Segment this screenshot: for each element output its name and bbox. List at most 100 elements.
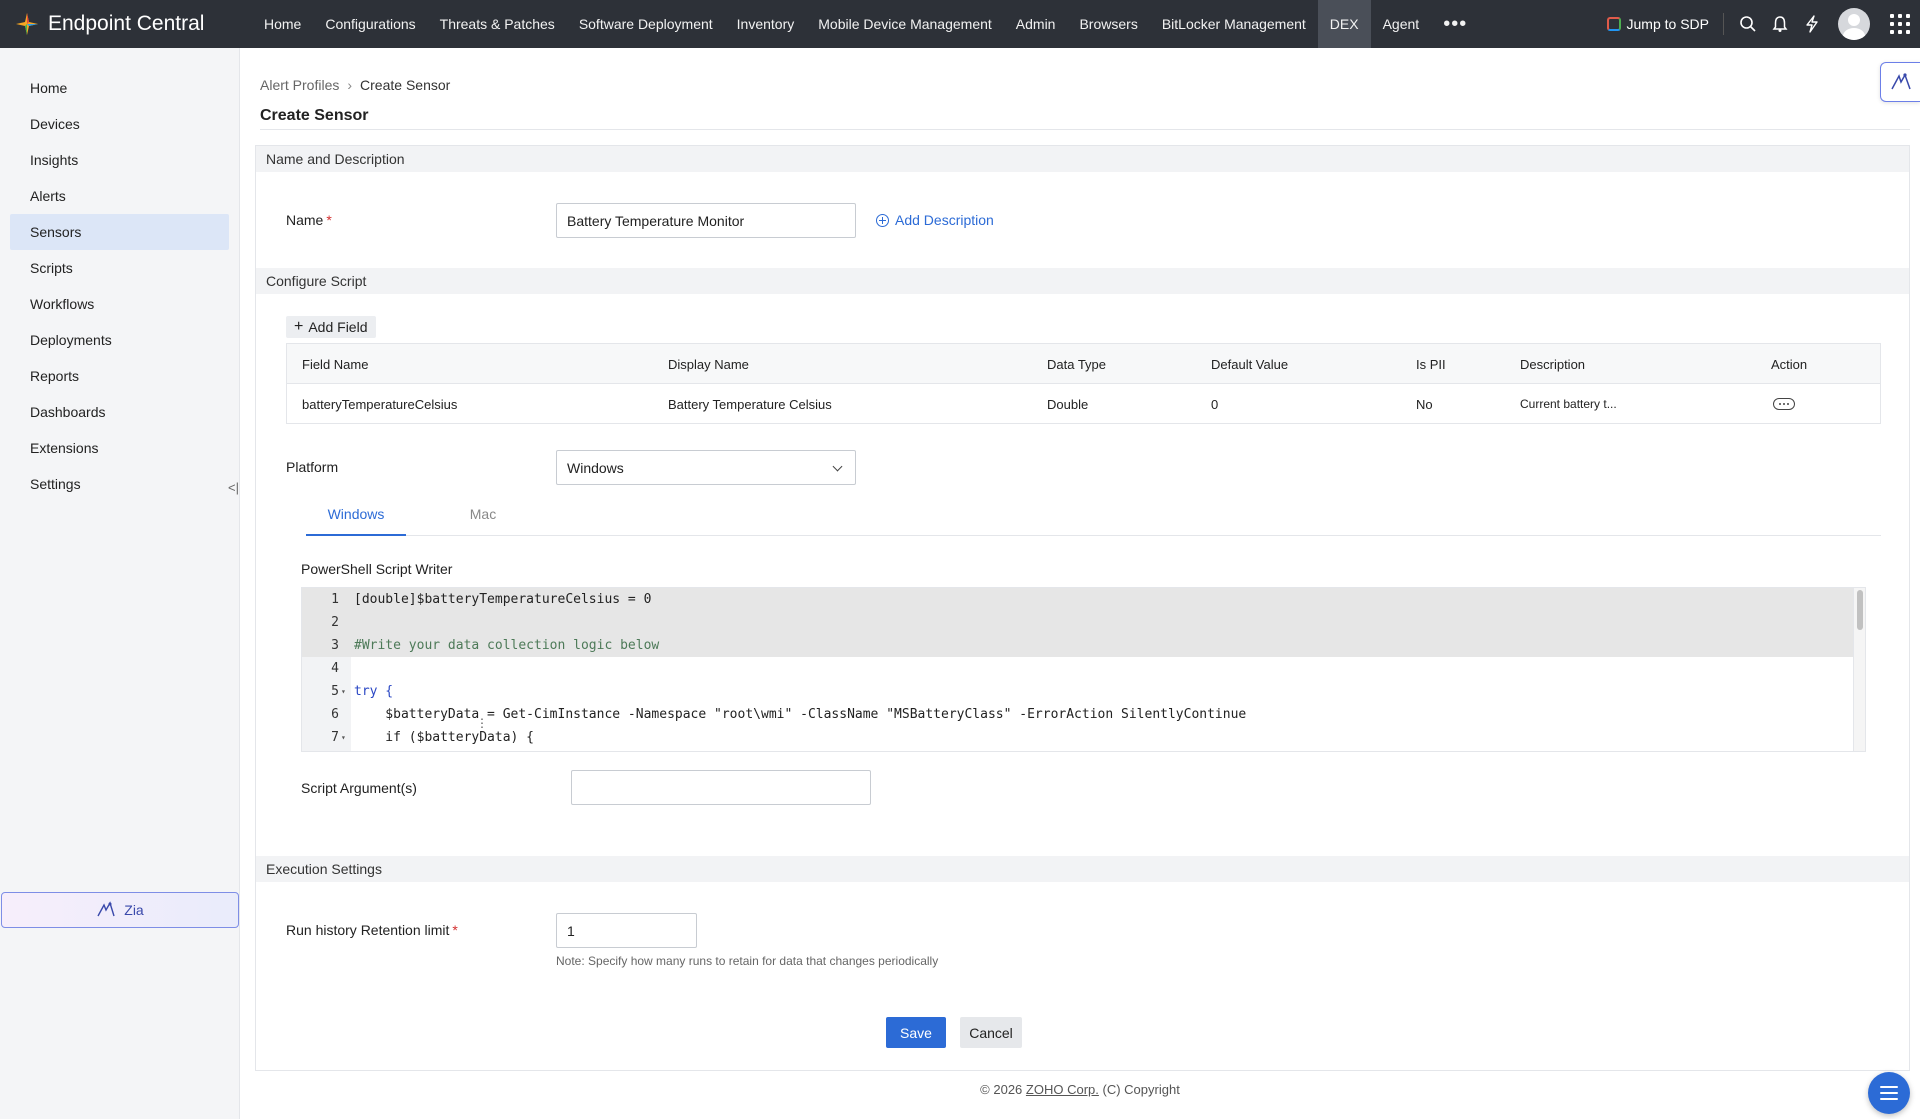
zia-assistant-button[interactable] bbox=[1880, 62, 1920, 102]
collapse-sidebar-icon[interactable]: <| bbox=[228, 480, 239, 495]
code-line-text: [double]$batteryTemperatureCelsius = 0 bbox=[354, 592, 652, 607]
nav-threats-patches[interactable]: Threats & Patches bbox=[428, 0, 567, 48]
sidebar-item-deployments[interactable]: Deployments bbox=[10, 322, 229, 358]
default-value-cell: 0 bbox=[1211, 396, 1219, 412]
data-type-cell: Double bbox=[1047, 396, 1089, 412]
nav-bitlocker-management[interactable]: BitLocker Management bbox=[1150, 0, 1318, 48]
sidebar-item-workflows[interactable]: Workflows bbox=[10, 286, 229, 322]
zoho-corp-link[interactable]: ZOHO Corp. bbox=[1026, 1082, 1099, 1097]
section-header-execution-settings: Execution Settings bbox=[256, 856, 1909, 882]
page-title: Create Sensor bbox=[260, 107, 369, 124]
app-grid-icon[interactable] bbox=[1880, 0, 1920, 48]
name-label: Name * bbox=[286, 212, 332, 228]
nav-agent[interactable]: Agent bbox=[1371, 0, 1432, 48]
sidebar-item-insights[interactable]: Insights bbox=[10, 142, 229, 178]
line-number: 6 bbox=[331, 707, 339, 722]
tab-mac[interactable]: Mac bbox=[433, 506, 533, 536]
quick-actions-bolt-icon[interactable] bbox=[1796, 0, 1828, 48]
sidebar-item-alerts[interactable]: Alerts bbox=[10, 178, 229, 214]
fold-caret-icon[interactable]: ▾ bbox=[339, 687, 351, 696]
sidebar: Home Devices Insights Alerts Sensors Scr… bbox=[0, 48, 240, 1119]
breadcrumb-current: Create Sensor bbox=[360, 77, 451, 93]
sidebar-menu: Home Devices Insights Alerts Sensors Scr… bbox=[0, 48, 239, 502]
retention-label-text: Run history Retention limit bbox=[286, 922, 450, 938]
top-navigation-bar: Endpoint Central Home Configurations Thr… bbox=[0, 0, 1920, 48]
brand[interactable]: Endpoint Central bbox=[0, 11, 252, 37]
breadcrumb: Alert Profiles › Create Sensor bbox=[260, 77, 450, 93]
nav-configurations[interactable]: Configurations bbox=[313, 0, 427, 48]
editor-scrollbar[interactable] bbox=[1853, 588, 1865, 751]
code-line-text: if ($batteryData) { bbox=[354, 730, 535, 745]
sidebar-item-reports[interactable]: Reports bbox=[10, 358, 229, 394]
column-description: Description bbox=[1520, 356, 1586, 372]
line-number: 2 bbox=[331, 615, 339, 630]
column-action: Action bbox=[1771, 356, 1808, 372]
section-header-configure-script: Configure Script bbox=[256, 268, 1909, 294]
nav-admin[interactable]: Admin bbox=[1004, 0, 1068, 48]
main-content: Alert Profiles › Create Sensor Create Se… bbox=[240, 48, 1920, 1119]
platform-select-value: Windows bbox=[567, 459, 624, 476]
is-pii-cell: No bbox=[1416, 396, 1433, 412]
column-display-name: Display Name bbox=[668, 356, 749, 372]
platform-select[interactable]: Windows bbox=[556, 450, 856, 485]
line-number: 5 bbox=[331, 684, 339, 699]
zia-label: Zia bbox=[124, 902, 144, 918]
line-number: 7 bbox=[331, 730, 339, 745]
code-line: 6 $batteryData = Get-CimInstance -Namesp… bbox=[302, 703, 1857, 726]
nav-dex[interactable]: DEX bbox=[1317, 0, 1371, 48]
sidebar-item-extensions[interactable]: Extensions bbox=[10, 430, 229, 466]
add-field-button[interactable]: + Add Field bbox=[286, 316, 376, 338]
endpoint-central-logo-icon bbox=[14, 11, 40, 37]
platform-label: Platform bbox=[286, 459, 339, 475]
display-name-cell: Battery Temperature Celsius bbox=[668, 396, 832, 412]
sidebar-item-scripts[interactable]: Scripts bbox=[10, 250, 229, 286]
chevron-down-icon bbox=[832, 461, 843, 472]
field-name-cell: batteryTemperatureCelsius bbox=[302, 396, 458, 412]
code-line: 2 bbox=[302, 611, 1857, 634]
fields-table-header: Field Name Display Name Data Type Defaul… bbox=[287, 344, 1880, 384]
nav-browsers[interactable]: Browsers bbox=[1067, 0, 1149, 48]
nav-mobile-device-management[interactable]: Mobile Device Management bbox=[806, 0, 1004, 48]
name-input[interactable]: Battery Temperature Monitor bbox=[556, 203, 856, 238]
nav-home[interactable]: Home bbox=[252, 0, 313, 48]
sidebar-item-home[interactable]: Home bbox=[10, 70, 229, 106]
user-avatar[interactable] bbox=[1838, 8, 1870, 40]
fold-caret-icon[interactable]: ▾ bbox=[339, 733, 351, 742]
script-arguments-label: Script Argument(s) bbox=[301, 780, 417, 796]
code-line: 1 [double]$batteryTemperatureCelsius = 0 bbox=[302, 588, 1857, 611]
zia-button[interactable]: Zia bbox=[1, 892, 239, 928]
notification-bell-icon[interactable] bbox=[1764, 0, 1796, 48]
more-options-icon[interactable] bbox=[1773, 398, 1795, 410]
section-header-name: Name and Description bbox=[256, 146, 1909, 172]
powershell-script-editor[interactable]: 1 [double]$batteryTemperatureCelsius = 0… bbox=[301, 587, 1866, 752]
retention-limit-input[interactable]: 1 bbox=[556, 913, 697, 948]
more-menu-icon[interactable]: ••• bbox=[1431, 0, 1479, 48]
jump-to-sdp-link[interactable]: Jump to SDP bbox=[1606, 13, 1724, 35]
code-line-text: #Write your data collection logic below bbox=[354, 638, 660, 653]
chat-menu-button[interactable] bbox=[1868, 1072, 1910, 1114]
title-divider bbox=[260, 129, 1910, 130]
nav-software-deployment[interactable]: Software Deployment bbox=[567, 0, 725, 48]
retention-note: Note: Specify how many runs to retain fo… bbox=[556, 954, 939, 968]
scrollbar-thumb[interactable] bbox=[1857, 590, 1863, 630]
required-asterisk: * bbox=[452, 922, 458, 938]
platform-tabs: Windows Mac bbox=[306, 506, 1881, 536]
tab-windows[interactable]: Windows bbox=[306, 506, 406, 536]
sidebar-item-devices[interactable]: Devices bbox=[10, 106, 229, 142]
sidebar-item-sensors[interactable]: Sensors bbox=[10, 214, 229, 250]
line-number: 1 bbox=[331, 592, 339, 607]
sidebar-item-settings[interactable]: Settings bbox=[10, 466, 229, 502]
nav-inventory[interactable]: Inventory bbox=[725, 0, 807, 48]
jump-to-sdp-label: Jump to SDP bbox=[1626, 16, 1709, 32]
cancel-button[interactable]: Cancel bbox=[960, 1017, 1022, 1048]
sidebar-item-dashboards[interactable]: Dashboards bbox=[10, 394, 229, 430]
resize-handle-icon[interactable]: ⋮ bbox=[476, 716, 488, 742]
search-icon[interactable] bbox=[1732, 0, 1764, 48]
add-description-link[interactable]: Add Description bbox=[876, 212, 994, 228]
script-arguments-input[interactable] bbox=[571, 770, 871, 805]
line-number: 3 bbox=[331, 638, 339, 653]
top-right-tools: Jump to SDP bbox=[1606, 0, 1920, 48]
column-default-value: Default Value bbox=[1211, 356, 1289, 372]
breadcrumb-parent[interactable]: Alert Profiles bbox=[260, 77, 339, 93]
save-button[interactable]: Save bbox=[886, 1017, 946, 1048]
